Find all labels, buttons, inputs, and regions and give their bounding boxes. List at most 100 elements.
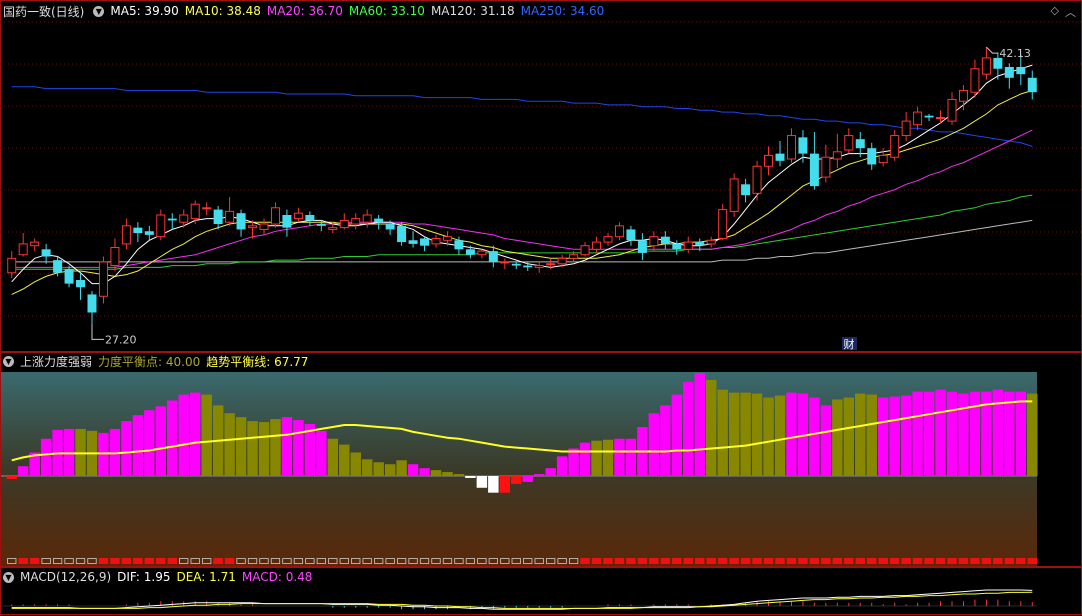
indicator-bar — [293, 420, 304, 476]
indicator-bar — [40, 438, 52, 476]
candle-body-down — [809, 153, 819, 187]
indicator-bar — [625, 438, 637, 476]
indicator-bar — [648, 413, 660, 476]
signal-block — [775, 558, 785, 564]
indicator-bar — [511, 476, 522, 484]
macd-title[interactable]: MACD(12,26,9) — [20, 570, 111, 584]
chart-stage[interactable]: 42.13 27.20 财 — [0, 0, 1082, 616]
ma60-label: MA60: 33.10 — [348, 4, 425, 18]
indicator-bar — [316, 430, 327, 476]
price-header: 国药一致(日线) ▼ MA5: 39.90 MA10: 38.48 MA20: … — [0, 3, 610, 19]
signal-block — [224, 558, 235, 564]
indicator-bar — [258, 422, 270, 476]
indicator-bar — [671, 394, 683, 476]
candle-body-up — [718, 209, 728, 239]
candle-body-up — [121, 225, 131, 245]
stock-title[interactable]: 国药一致(日线) — [3, 3, 84, 20]
indicator-bar — [6, 476, 17, 479]
candle-body-up — [362, 214, 372, 223]
indicator-bar — [843, 397, 855, 476]
ma120-label: MA120: 31.18 — [430, 4, 515, 18]
macd-dropdown-icon[interactable]: ▼ — [3, 571, 14, 583]
candle-body-down — [53, 260, 63, 273]
ma250-label: MA250: 34.60 — [520, 4, 605, 18]
indicator-bar — [201, 394, 212, 476]
indicator-bar — [167, 400, 178, 476]
signal-block — [993, 558, 1003, 564]
signal-block — [144, 558, 155, 564]
chevron-up-icon[interactable]: ︿ — [1065, 4, 1076, 20]
candle-body-up — [649, 236, 659, 247]
signal-block — [717, 558, 728, 564]
candle-body-down — [420, 238, 430, 246]
signal-block — [580, 558, 590, 564]
indicator-bar — [178, 394, 189, 476]
signal-block — [740, 558, 751, 564]
signal-block — [626, 558, 636, 564]
candle-body-up — [270, 207, 280, 225]
high-price-label: 42.13 — [999, 47, 1031, 60]
signal-block — [1027, 558, 1037, 564]
ma5-line — [11, 64, 1033, 285]
candle-body-up — [890, 135, 900, 158]
candle-body-up — [202, 207, 212, 210]
candle-body-up — [351, 218, 361, 225]
indicator-bar — [740, 392, 751, 476]
toolbar-right: ◇ ︿ — [1051, 4, 1076, 20]
signal-block — [683, 558, 693, 564]
indicator-title[interactable]: 上涨力度强弱 — [20, 353, 92, 370]
signal-block — [809, 558, 820, 564]
indicator-bar — [946, 391, 958, 476]
indicator-bar — [465, 476, 476, 478]
settings-dropdown-icon[interactable]: ▼ — [93, 5, 105, 17]
candle-body-down — [374, 218, 384, 223]
candle-body-up — [981, 57, 991, 75]
indicator-bar — [900, 395, 912, 476]
candle-body-down — [1016, 66, 1026, 75]
indicator-bar — [499, 476, 511, 493]
candle-body-down — [488, 251, 498, 262]
indicator-bar — [568, 448, 579, 476]
candle-body-up — [110, 247, 120, 267]
indicator-bar — [384, 464, 396, 476]
candle-body-up — [592, 241, 602, 250]
indicator-bar — [350, 452, 361, 476]
indicator-bar — [339, 444, 350, 476]
candle-body-down — [236, 213, 246, 230]
indicator-dropdown-icon[interactable]: ▼ — [3, 355, 14, 367]
candle-body-up — [958, 89, 968, 102]
indicator-bar — [396, 460, 407, 476]
ma250-line — [11, 86, 1033, 147]
candle-body-up — [18, 243, 28, 256]
candle-body-down — [454, 240, 464, 250]
indicator-bar — [545, 468, 556, 476]
candle-body-up — [98, 261, 108, 297]
candle-body-down — [1004, 66, 1014, 78]
finance-badge: 财 — [844, 337, 855, 351]
candle-body-down — [385, 224, 395, 230]
candle-body-down — [741, 184, 751, 196]
indicator-bar — [442, 472, 453, 476]
candle-body-down — [64, 269, 74, 284]
indicator-bar — [614, 438, 625, 476]
candle-body-up — [431, 237, 441, 245]
candle-body-down — [924, 115, 934, 118]
ma5-label: MA5: 39.90 — [110, 4, 179, 18]
candle-body-up — [156, 214, 166, 238]
signal-block — [912, 558, 923, 564]
signal-block — [752, 558, 762, 564]
candle-body-up — [614, 225, 624, 238]
candle-body-up — [970, 68, 980, 93]
indicator-bar — [144, 410, 155, 476]
indicator-bar — [728, 392, 740, 476]
signal-block — [18, 558, 28, 564]
indicator-bar — [98, 432, 109, 476]
candle-body-up — [844, 135, 854, 151]
diamond-icon[interactable]: ◇ — [1051, 4, 1059, 20]
signal-block — [798, 558, 808, 564]
indicator-bar — [522, 476, 533, 482]
candle-body-down — [637, 240, 647, 253]
signal-block — [981, 558, 992, 564]
indicator-bar — [1027, 393, 1038, 476]
indicator-bar — [935, 389, 946, 476]
